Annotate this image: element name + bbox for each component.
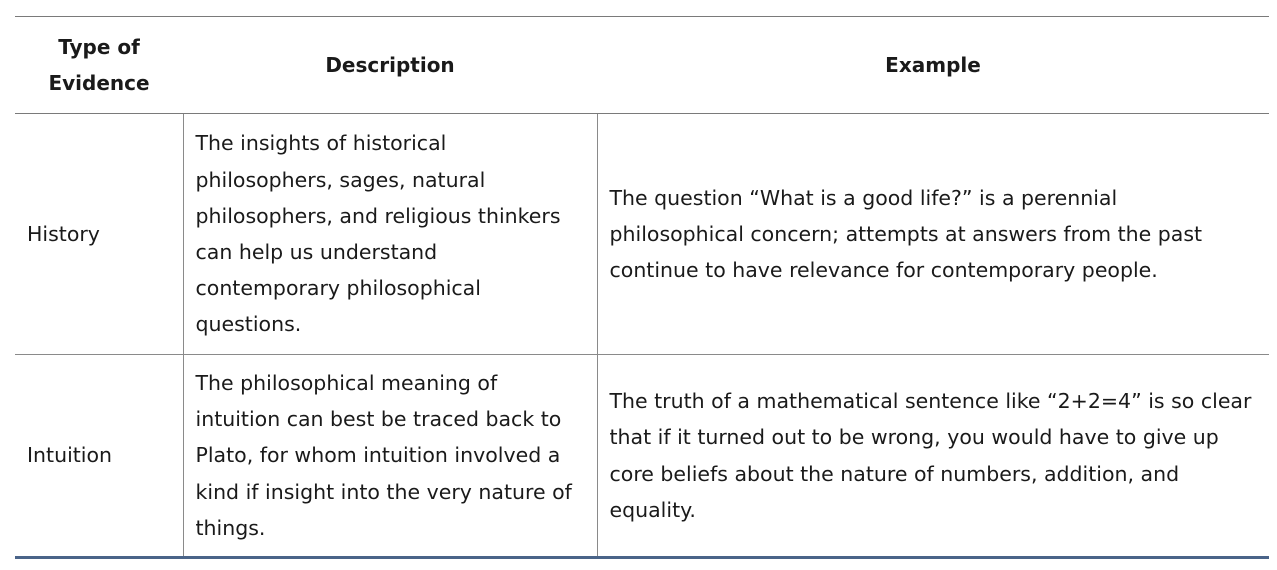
example-cell: The truth of a mathematical sentence lik… bbox=[596, 354, 1269, 560]
table-body: History The insights of historical philo… bbox=[15, 113, 1269, 560]
table-header: Type of Evidence Description Example bbox=[15, 16, 1269, 114]
description-cell: The insights of historical philosophers,… bbox=[182, 113, 597, 355]
type-cell: History bbox=[15, 113, 183, 355]
header-description: Description bbox=[183, 16, 597, 114]
table-row: History The insights of historical philo… bbox=[15, 113, 1269, 355]
type-cell: Intuition bbox=[15, 354, 183, 560]
description-cell: The philosophical meaning of intuition c… bbox=[182, 354, 597, 560]
example-cell: The question “What is a good life?” is a… bbox=[596, 113, 1269, 355]
header-example: Example bbox=[597, 16, 1269, 114]
evidence-table: Type of Evidence Description Example His… bbox=[15, 16, 1269, 560]
table-row: Intuition The philosophical meaning of i… bbox=[15, 354, 1269, 560]
evidence-table-container: Type of Evidence Description Example His… bbox=[15, 16, 1269, 560]
header-type-of-evidence: Type of Evidence bbox=[15, 16, 183, 114]
header-row: Type of Evidence Description Example bbox=[15, 16, 1269, 114]
